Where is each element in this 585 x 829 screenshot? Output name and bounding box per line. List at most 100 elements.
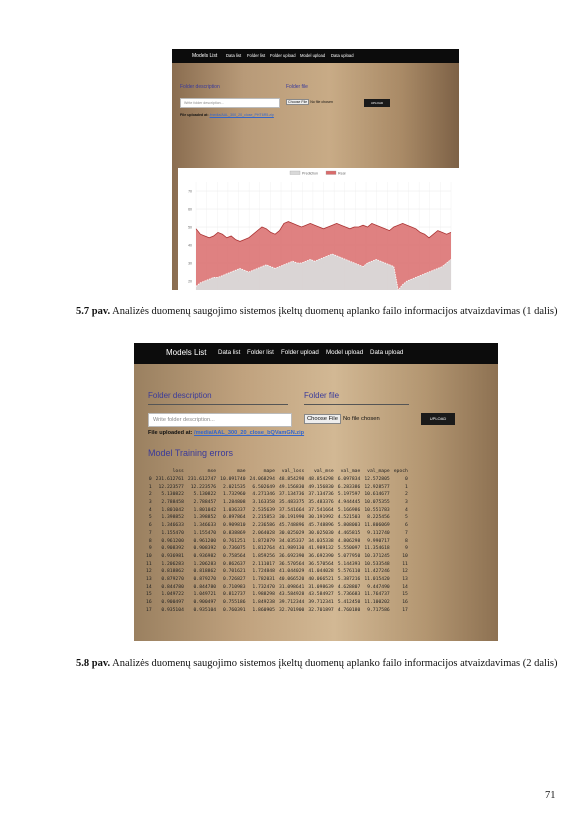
folder-file-label: Folder file bbox=[304, 391, 340, 400]
training-errors-table: loss mse mae mape val_loss val_mse val_mae val_… bbox=[144, 468, 410, 614]
y-tick-label: 40 bbox=[188, 244, 192, 248]
table-cell: 13 bbox=[402, 576, 408, 582]
choose-file-button[interactable]: Choose File bbox=[304, 414, 341, 424]
table-row: 11 1.206283 1.206283 0.862637 2.111017 36.570… bbox=[144, 560, 410, 568]
folder-description-input[interactable]: Write folder description... bbox=[180, 98, 280, 108]
table-cell: 1.801042 bbox=[193, 507, 217, 513]
legend-swatch bbox=[289, 170, 301, 175]
nav-item-folder-upload[interactable]: Folder upload bbox=[281, 349, 319, 356]
table-cell: 0.936982 bbox=[193, 553, 217, 559]
table-cell: 48.854298 bbox=[278, 477, 305, 483]
folder-file-underline bbox=[304, 404, 409, 405]
table-cell: 5.077950 bbox=[337, 553, 361, 559]
table-cell: 43.584928 bbox=[278, 592, 305, 598]
table-cell: 5.576110 bbox=[337, 569, 361, 575]
table-row: 3 2.788458 2.788457 1.284808 3.163358 35.4833… bbox=[144, 499, 410, 507]
nav-item-model-upload[interactable]: Model upload bbox=[300, 53, 325, 58]
table-cell: 10.075355 bbox=[364, 500, 390, 506]
upload-button[interactable]: UPLOAD bbox=[364, 99, 390, 107]
table-cell: 2.111017 bbox=[252, 561, 275, 567]
table-cell: 10.551783 bbox=[364, 507, 390, 513]
nav-brand[interactable]: Models List bbox=[166, 348, 206, 357]
table-cell: 0.844780 bbox=[193, 584, 217, 590]
table-cell: 4.806298 bbox=[337, 538, 361, 544]
table-cell: 1.988298 bbox=[252, 592, 275, 598]
table-cell: 41.989132 bbox=[308, 546, 334, 552]
table-cell: 11 bbox=[146, 561, 152, 567]
column-header: mae bbox=[237, 469, 246, 475]
table-cell: 11.354618 bbox=[364, 546, 390, 552]
table-cell: 1.849238 bbox=[252, 600, 275, 606]
nav-item-folder-list[interactable]: Folder list bbox=[247, 349, 274, 356]
table-cell: 14 bbox=[146, 584, 152, 590]
choose-file-button[interactable]: Choose File bbox=[286, 99, 310, 105]
table-cell: 30.191990 bbox=[278, 515, 305, 521]
nav-item-data-upload[interactable]: Data upload bbox=[331, 53, 354, 58]
table-cell: 2.788458 bbox=[161, 500, 184, 506]
file-chooser[interactable]: Choose File No file chosen bbox=[304, 414, 380, 424]
table-cell: 0.908392 bbox=[161, 546, 184, 552]
table-cell: 5.130822 bbox=[161, 492, 184, 498]
page-number: 71 bbox=[545, 790, 556, 801]
table-cell: 11.015420 bbox=[364, 576, 390, 582]
table-cell: 0.936981 bbox=[161, 553, 184, 559]
table-row: 7 1.155470 1.155470 0.838869 2.064028 30.0250… bbox=[144, 530, 410, 538]
y-tick-label: 50 bbox=[188, 226, 192, 230]
table-cell: 45.748896 bbox=[278, 523, 305, 529]
table-cell: 11.427246 bbox=[364, 569, 390, 575]
table-row: 10 0.936981 0.936982 0.758564 1.859256 36.692… bbox=[144, 553, 410, 561]
nav-item-folder-list[interactable]: Folder list bbox=[247, 53, 265, 58]
table-cell: 2.236586 bbox=[252, 523, 275, 529]
table-cell: 1.782031 bbox=[252, 576, 275, 582]
table-cell: 1.206283 bbox=[161, 561, 184, 567]
nav-item-model-upload[interactable]: Model upload bbox=[326, 349, 363, 356]
nav-brand[interactable]: Models List bbox=[192, 53, 217, 59]
table-cell: 1.206283 bbox=[193, 561, 217, 567]
table-cell: 0.812737 bbox=[222, 592, 246, 598]
table-cell: 0.961200 bbox=[193, 538, 217, 544]
nav-item-data-list[interactable]: Data list bbox=[218, 349, 240, 356]
folder-description-input[interactable]: Write folder description... bbox=[148, 413, 292, 427]
table-cell: 9 bbox=[148, 546, 152, 552]
table-cell: 17 bbox=[146, 607, 152, 613]
table-cell: 4.944445 bbox=[337, 500, 361, 506]
table-cell: 1.049722 bbox=[161, 592, 184, 598]
folder-description-label: Folder description bbox=[148, 391, 212, 400]
table-cell: 0 bbox=[148, 477, 152, 483]
table-cell: 0.758564 bbox=[222, 553, 246, 559]
table-body: 0 231.612761 231.612747 10.091740 24.068294 4… bbox=[144, 476, 410, 614]
table-cell: 8 bbox=[405, 538, 408, 544]
nav-item-data-list[interactable]: Data list bbox=[226, 53, 241, 58]
table-row: 4 1.801042 1.801042 1.036337 2.535639 37.5416… bbox=[144, 506, 410, 514]
table-cell: 2 bbox=[148, 492, 152, 498]
uploaded-file-link[interactable]: /media/AAL_300_20_close_bQVamGN.zip bbox=[194, 430, 304, 436]
file-chooser[interactable]: Choose File No file chosen bbox=[286, 99, 333, 105]
table-cell: 10.091740 bbox=[220, 477, 246, 483]
table-cell: 0.862637 bbox=[222, 561, 246, 567]
nav-item-folder-upload[interactable]: Folder upload bbox=[270, 53, 296, 58]
table-cell: 9.717586 bbox=[367, 607, 390, 613]
table-cell: 1 bbox=[148, 484, 152, 490]
table-row: 12 0.818862 0.818862 0.701621 1.724848 41.044… bbox=[144, 568, 410, 576]
table-cell: 7 bbox=[148, 530, 152, 536]
table-cell: 0.908392 bbox=[193, 546, 217, 552]
table-cell: 6 bbox=[148, 523, 152, 529]
uploaded-prefix: File uploaded at: bbox=[180, 113, 209, 117]
nav-item-data-upload[interactable]: Data upload bbox=[370, 349, 403, 356]
caption-figure-5-7: 5.7 pav. Analizės duomenų saugojimo sist… bbox=[76, 305, 562, 318]
table-cell: 9 bbox=[405, 546, 408, 552]
column-header bbox=[144, 468, 154, 476]
folder-description-underline bbox=[148, 404, 288, 405]
uploaded-file-link[interactable]: /media/AAL_300_20_close_PHT6R5.zip bbox=[210, 113, 274, 117]
table-cell: 0.760391 bbox=[222, 607, 246, 613]
table-cell: 12.928577 bbox=[364, 484, 390, 490]
table-cell: 9.990717 bbox=[367, 538, 390, 544]
table-cell: 11.806069 bbox=[364, 523, 390, 529]
upload-button[interactable]: UPLOAD bbox=[421, 413, 455, 425]
table-cell: 4.271346 bbox=[252, 492, 275, 498]
table-cell: 31.098639 bbox=[308, 584, 334, 590]
table-cell: 1.732960 bbox=[222, 492, 246, 498]
table-cell: 0.879270 bbox=[193, 576, 217, 582]
table-cell: 37.541664 bbox=[308, 507, 334, 513]
table-cell: 0.897864 bbox=[222, 515, 246, 521]
